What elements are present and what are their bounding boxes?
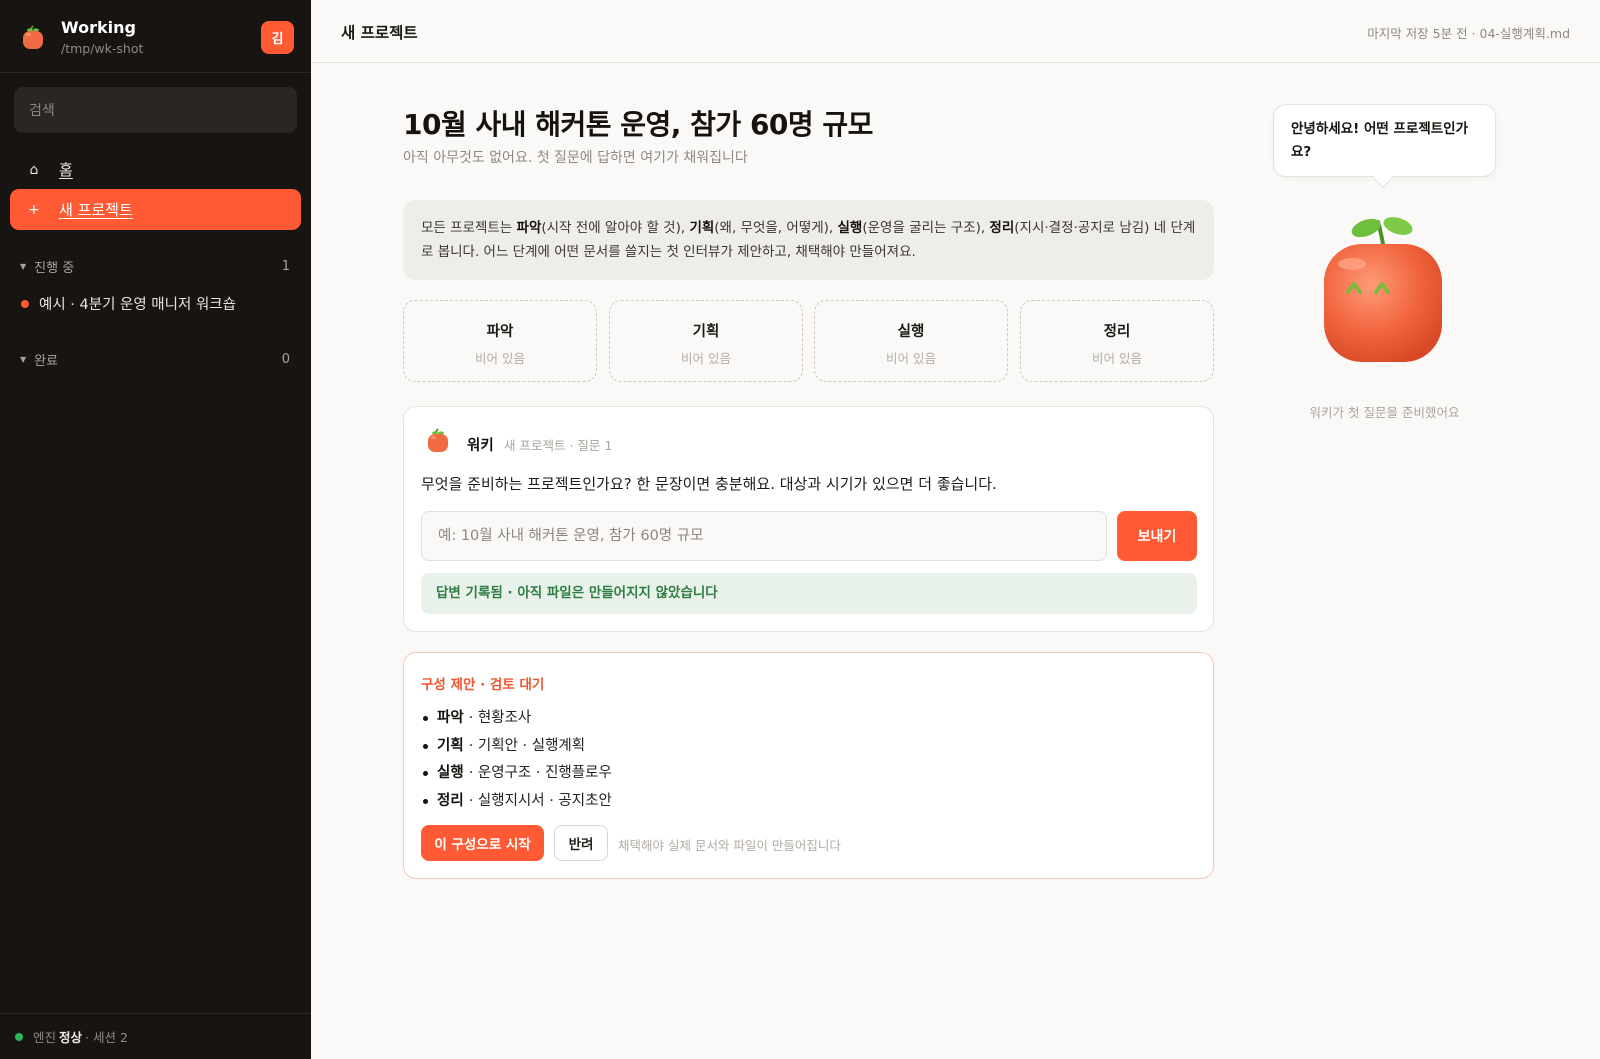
mascot-caption: 워키가 첫 질문을 준비했어요 — [1309, 405, 1460, 420]
proposal-docs: · 현황조사 — [468, 710, 532, 726]
question-meta: 새 프로젝트 · 질문 1 — [504, 438, 613, 453]
avatar[interactable]: 김 — [261, 21, 294, 54]
bullet-icon — [423, 798, 428, 804]
proposal-stage: 기획 — [437, 737, 464, 754]
status-dot-icon — [21, 299, 29, 308]
group-count: 1 — [281, 259, 290, 274]
stage-state: 비어 있음 — [1092, 351, 1142, 366]
bullet-icon — [423, 771, 428, 777]
save-status: 마지막 저장 5분 전 · 04-실행계획.md — [1367, 26, 1570, 41]
proposal-docs: · 기획안 · 실행계획 — [468, 737, 586, 754]
list-item: 정리 · 실행지시서 · 공지초안 — [423, 788, 612, 816]
info-stage: 실행 — [837, 220, 863, 236]
stage-state: 비어 있음 — [681, 351, 731, 366]
nav-label-new-project: 새 프로젝트 — [59, 201, 133, 219]
stage-card-discover[interactable]: 파악 비어 있음 — [403, 300, 597, 382]
tomato-mascot-icon — [1324, 217, 1442, 362]
stage-state: 비어 있음 — [886, 351, 936, 366]
engine-status-value: 정상 — [59, 1030, 83, 1045]
proposal-stage: 파악 — [437, 710, 464, 726]
info-stage: 정리 — [989, 220, 1015, 236]
stage-name: 실행 — [897, 324, 925, 340]
project-subheading: 아직 아무것도 없어요. 첫 질문에 답하면 여기가 채워집니다 — [403, 150, 748, 166]
sidebar-header: Working /tmp/wk-shot 김 — [0, 0, 311, 73]
stages-info-box: 모든 프로젝트는 파악(시작 전에 알아야 할 것), 기획(왜, 무엇을, 어… — [403, 200, 1214, 280]
top-bar: 새 프로젝트 마지막 저장 5분 전 · 04-실행계획.md — [311, 0, 1600, 63]
session-label: · 세션 2 — [85, 1030, 128, 1045]
engine-status: 엔진 정상 · 세션 2 — [0, 1013, 311, 1059]
question-text: 무엇을 준비하는 프로젝트인가요? 한 문장이면 충분해요. 대상과 시기가 있… — [421, 475, 997, 493]
project-item-label: 예시 · 4분기 운영 매니저 워크숍 — [39, 297, 236, 313]
nav-item-new-project[interactable]: + 새 프로젝트 — [10, 189, 301, 230]
stage-name: 기획 — [692, 324, 720, 340]
stage-name: 파악 — [486, 324, 514, 340]
chevron-down-icon: ▼ — [20, 355, 27, 364]
proposal-card: 구성 제안 · 검토 대기 파악 · 현황조사 기획 · 기획안 · 실행계획 실행… — [403, 652, 1214, 879]
proposal-docs: · 운영구조 · 진행플로우 — [468, 765, 612, 781]
stage-card-plan[interactable]: 기획 비어 있음 — [609, 300, 803, 382]
workspace-path: /tmp/wk-shot — [61, 41, 144, 56]
info-text: 모든 프로젝트는 — [421, 220, 517, 236]
proposal-stage: 정리 — [437, 792, 464, 809]
group-label: 완료 — [34, 354, 59, 369]
group-done[interactable]: ▼ 완료 0 — [20, 350, 290, 369]
send-button[interactable]: 보내기 — [1117, 511, 1197, 561]
reject-button[interactable]: 반려 — [554, 825, 608, 861]
proposal-list: 파악 · 현황조사 기획 · 기획안 · 실행계획 실행 · 운영구조 · 진행플로우… — [423, 705, 612, 815]
info-text: (운영을 굴리는 구조), — [862, 220, 990, 236]
speech-bubble: 안녕하세요! 어떤 프로젝트인가요? — [1273, 104, 1496, 177]
chevron-down-icon: ▼ — [20, 262, 27, 271]
group-label: 진행 중 — [34, 261, 75, 276]
group-count: 0 — [281, 352, 290, 367]
tomato-avatar-icon — [428, 428, 448, 452]
project-item[interactable]: 예시 · 4분기 운영 매니저 워크숍 — [21, 293, 236, 314]
stage-name: 정리 — [1103, 324, 1131, 340]
list-item: 파악 · 현황조사 — [423, 705, 612, 733]
stage-state: 비어 있음 — [475, 351, 525, 366]
info-stage: 파악 — [516, 220, 542, 236]
question-card: 워키 새 프로젝트 · 질문 1 무엇을 준비하는 프로젝트인가요? 한 문장이… — [403, 406, 1214, 632]
info-text: (시작 전에 알아야 할 것), — [541, 220, 690, 236]
info-stage: 기획 — [689, 220, 715, 236]
status-dot-icon — [15, 1032, 23, 1041]
page-title: 새 프로젝트 — [341, 24, 418, 42]
nav-label-home: 홈 — [59, 161, 73, 179]
assistant-name: 워키 — [467, 438, 494, 454]
answer-recorded-note: 답변 기록됨 · 아직 파일은 만들어지지 않았습니다 — [421, 573, 1197, 614]
proposal-hint: 채택해야 실제 문서와 파일이 만들어집니다 — [618, 838, 841, 853]
tomato-logo-icon — [23, 25, 43, 49]
stage-card-wrapup[interactable]: 정리 비어 있음 — [1020, 300, 1214, 382]
plus-icon: + — [28, 201, 40, 218]
proposal-docs: · 실행지시서 · 공지초안 — [468, 792, 612, 809]
bullet-icon — [423, 716, 428, 722]
group-in-progress[interactable]: ▼ 진행 중 1 — [20, 257, 290, 276]
stage-card-execute[interactable]: 실행 비어 있음 — [814, 300, 1008, 382]
home-icon: ⌂ — [29, 161, 39, 178]
info-text: (왜, 무엇을, 어떻게), — [714, 220, 838, 236]
search-input[interactable] — [14, 87, 297, 133]
app-title: Working — [61, 18, 136, 37]
proposal-stage: 실행 — [437, 765, 464, 781]
sidebar: Working /tmp/wk-shot 김 ⌂ 홈 + 새 프로젝트 ▼ 진행… — [0, 0, 311, 1059]
list-item: 기획 · 기획안 · 실행계획 — [423, 733, 612, 761]
project-heading: 10월 사내 해커톤 운영, 참가 60명 규모 — [403, 108, 873, 141]
proposal-title: 구성 제안 · 검토 대기 — [421, 677, 545, 693]
list-item: 실행 · 운영구조 · 진행플로우 — [423, 760, 612, 788]
start-with-structure-button[interactable]: 이 구성으로 시작 — [421, 825, 544, 861]
bullet-icon — [423, 743, 428, 749]
nav-item-home[interactable]: ⌂ 홈 — [10, 149, 301, 190]
engine-label: 엔진 — [33, 1030, 57, 1045]
answer-input[interactable] — [421, 511, 1107, 561]
